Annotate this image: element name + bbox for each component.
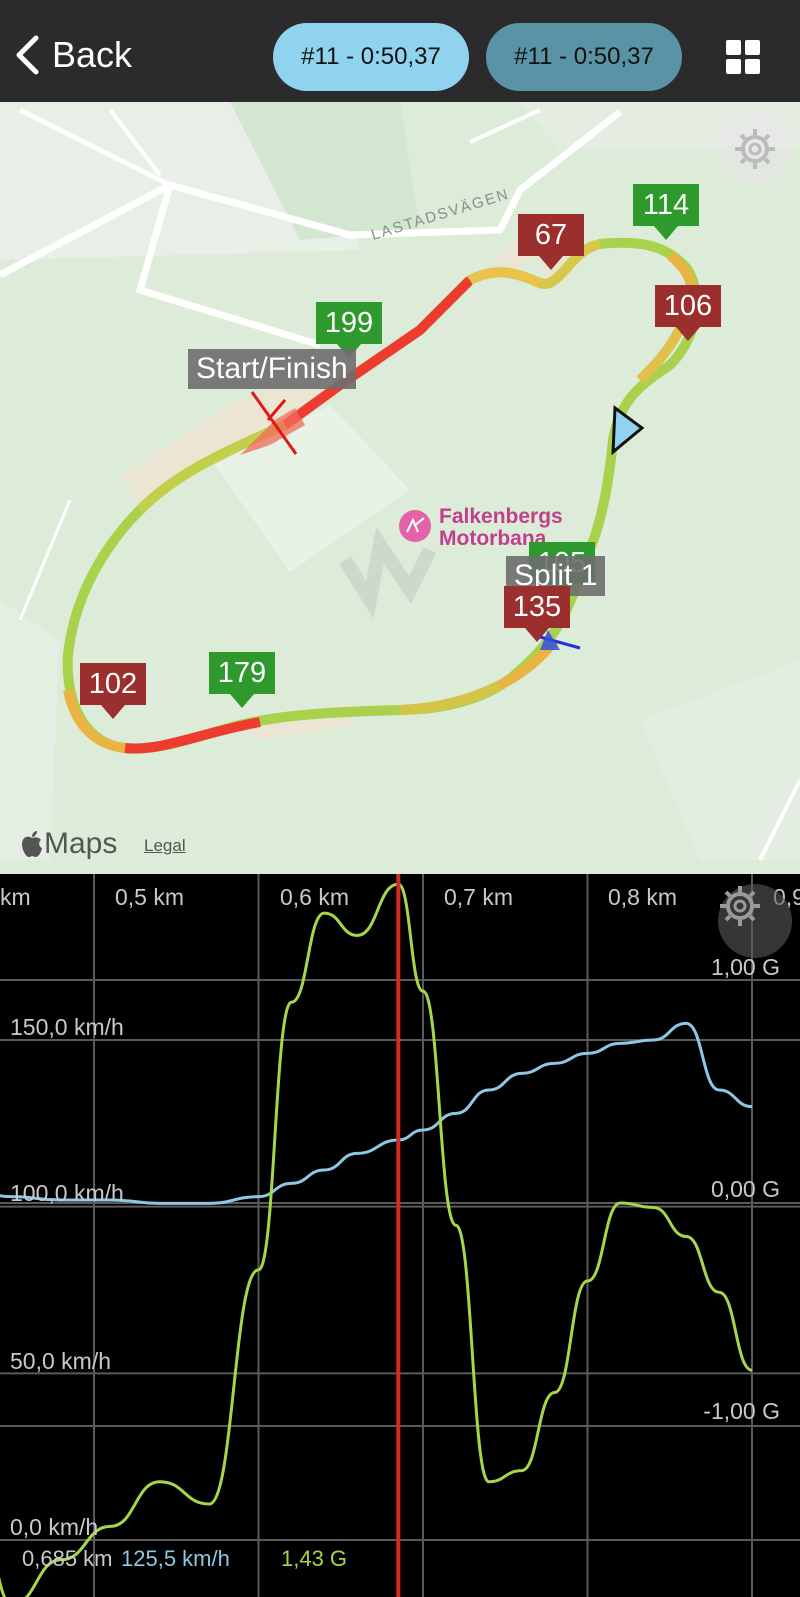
- poi-label-line1: Falkenbergs: [439, 505, 563, 528]
- chevron-left-icon: [16, 35, 39, 75]
- speed-marker-value: 67: [518, 214, 584, 256]
- speed-tick-label: 0,0 km/h: [10, 1514, 99, 1540]
- track-map[interactable]: LASTADSVÄGEN Falkenbergs Motorbana 199 6…: [0, 102, 800, 874]
- g-readout: 1,43 G: [281, 1546, 348, 1571]
- speed-marker[interactable]: 102: [80, 663, 146, 719]
- apple-logo-icon: [22, 831, 42, 857]
- speed-marker-value: 199: [316, 302, 382, 344]
- speed-marker[interactable]: 114: [633, 184, 699, 240]
- g-tick-label: 1,00 G: [710, 954, 780, 980]
- speed-tick-label: 50,0 km/h: [10, 1348, 111, 1374]
- x-tick-label: 0,8 km: [608, 884, 678, 910]
- speed-marker[interactable]: 179: [209, 652, 275, 708]
- maps-attribution: Maps: [20, 827, 117, 861]
- map-settings-icon[interactable]: [718, 112, 792, 186]
- speed-marker[interactable]: 67: [518, 214, 584, 270]
- speed-series-line: [0, 1021, 753, 1205]
- speed-marker-value: 135: [504, 586, 570, 628]
- chart-settings-icon[interactable]: [718, 884, 792, 958]
- speed-readout: 125,5 km/h: [121, 1546, 230, 1571]
- speed-tick-label: 150,0 km/h: [10, 1014, 124, 1040]
- lap-selector-compare[interactable]: #11 - 0:50,37: [486, 23, 682, 91]
- g-tick-label: 0,00 G: [710, 1176, 780, 1202]
- telemetry-chart[interactable]: km 0,5 km 0,6 km 0,7 km 0,8 km 0,9 150,0…: [0, 874, 800, 1597]
- top-bar: Back #11 - 0:50,37 #11 - 0:50,37: [0, 0, 800, 102]
- speed-marker-value: 114: [633, 184, 699, 226]
- lap-selector-primary[interactable]: #11 - 0:50,37: [273, 23, 469, 91]
- start-finish-label: Start/Finish: [188, 349, 356, 389]
- x-tick-label: km: [0, 884, 31, 910]
- g-force-series-line: [0, 882, 753, 1597]
- x-tick-label: 0,6 km: [280, 884, 350, 910]
- speed-marker-value: 179: [209, 652, 275, 694]
- speed-marker[interactable]: 135: [504, 586, 570, 642]
- speed-marker-value: 102: [80, 663, 146, 705]
- telemetry-plot: [0, 874, 800, 1597]
- grid-icon[interactable]: [726, 40, 760, 74]
- g-tick-label: -1,00 G: [703, 1398, 780, 1424]
- x-tick-label: 0,7 km: [444, 884, 514, 910]
- speed-marker[interactable]: 106: [655, 285, 721, 341]
- back-button[interactable]: Back: [14, 30, 132, 80]
- distance-readout: 0,685 km: [22, 1546, 113, 1571]
- speed-tick-label: 100,0 km/h: [10, 1180, 124, 1206]
- speed-marker-value: 106: [655, 285, 721, 327]
- back-label: Back: [52, 34, 133, 75]
- legal-link[interactable]: Legal: [144, 836, 186, 856]
- x-tick-label: 0,5 km: [115, 884, 185, 910]
- maps-attribution-text: Maps: [44, 827, 118, 860]
